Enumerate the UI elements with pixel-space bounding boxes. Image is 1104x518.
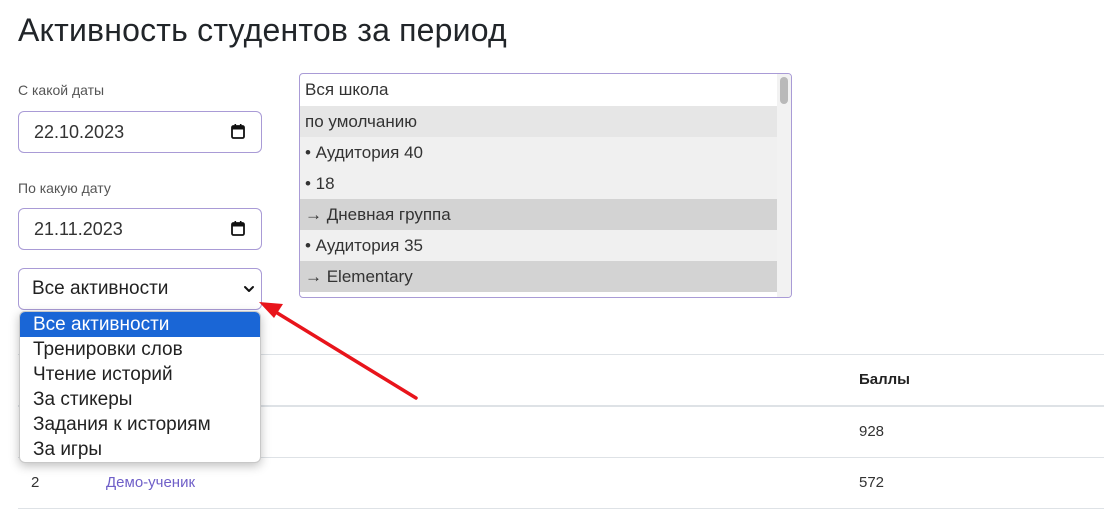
annotation-arrow-icon: [259, 302, 418, 400]
